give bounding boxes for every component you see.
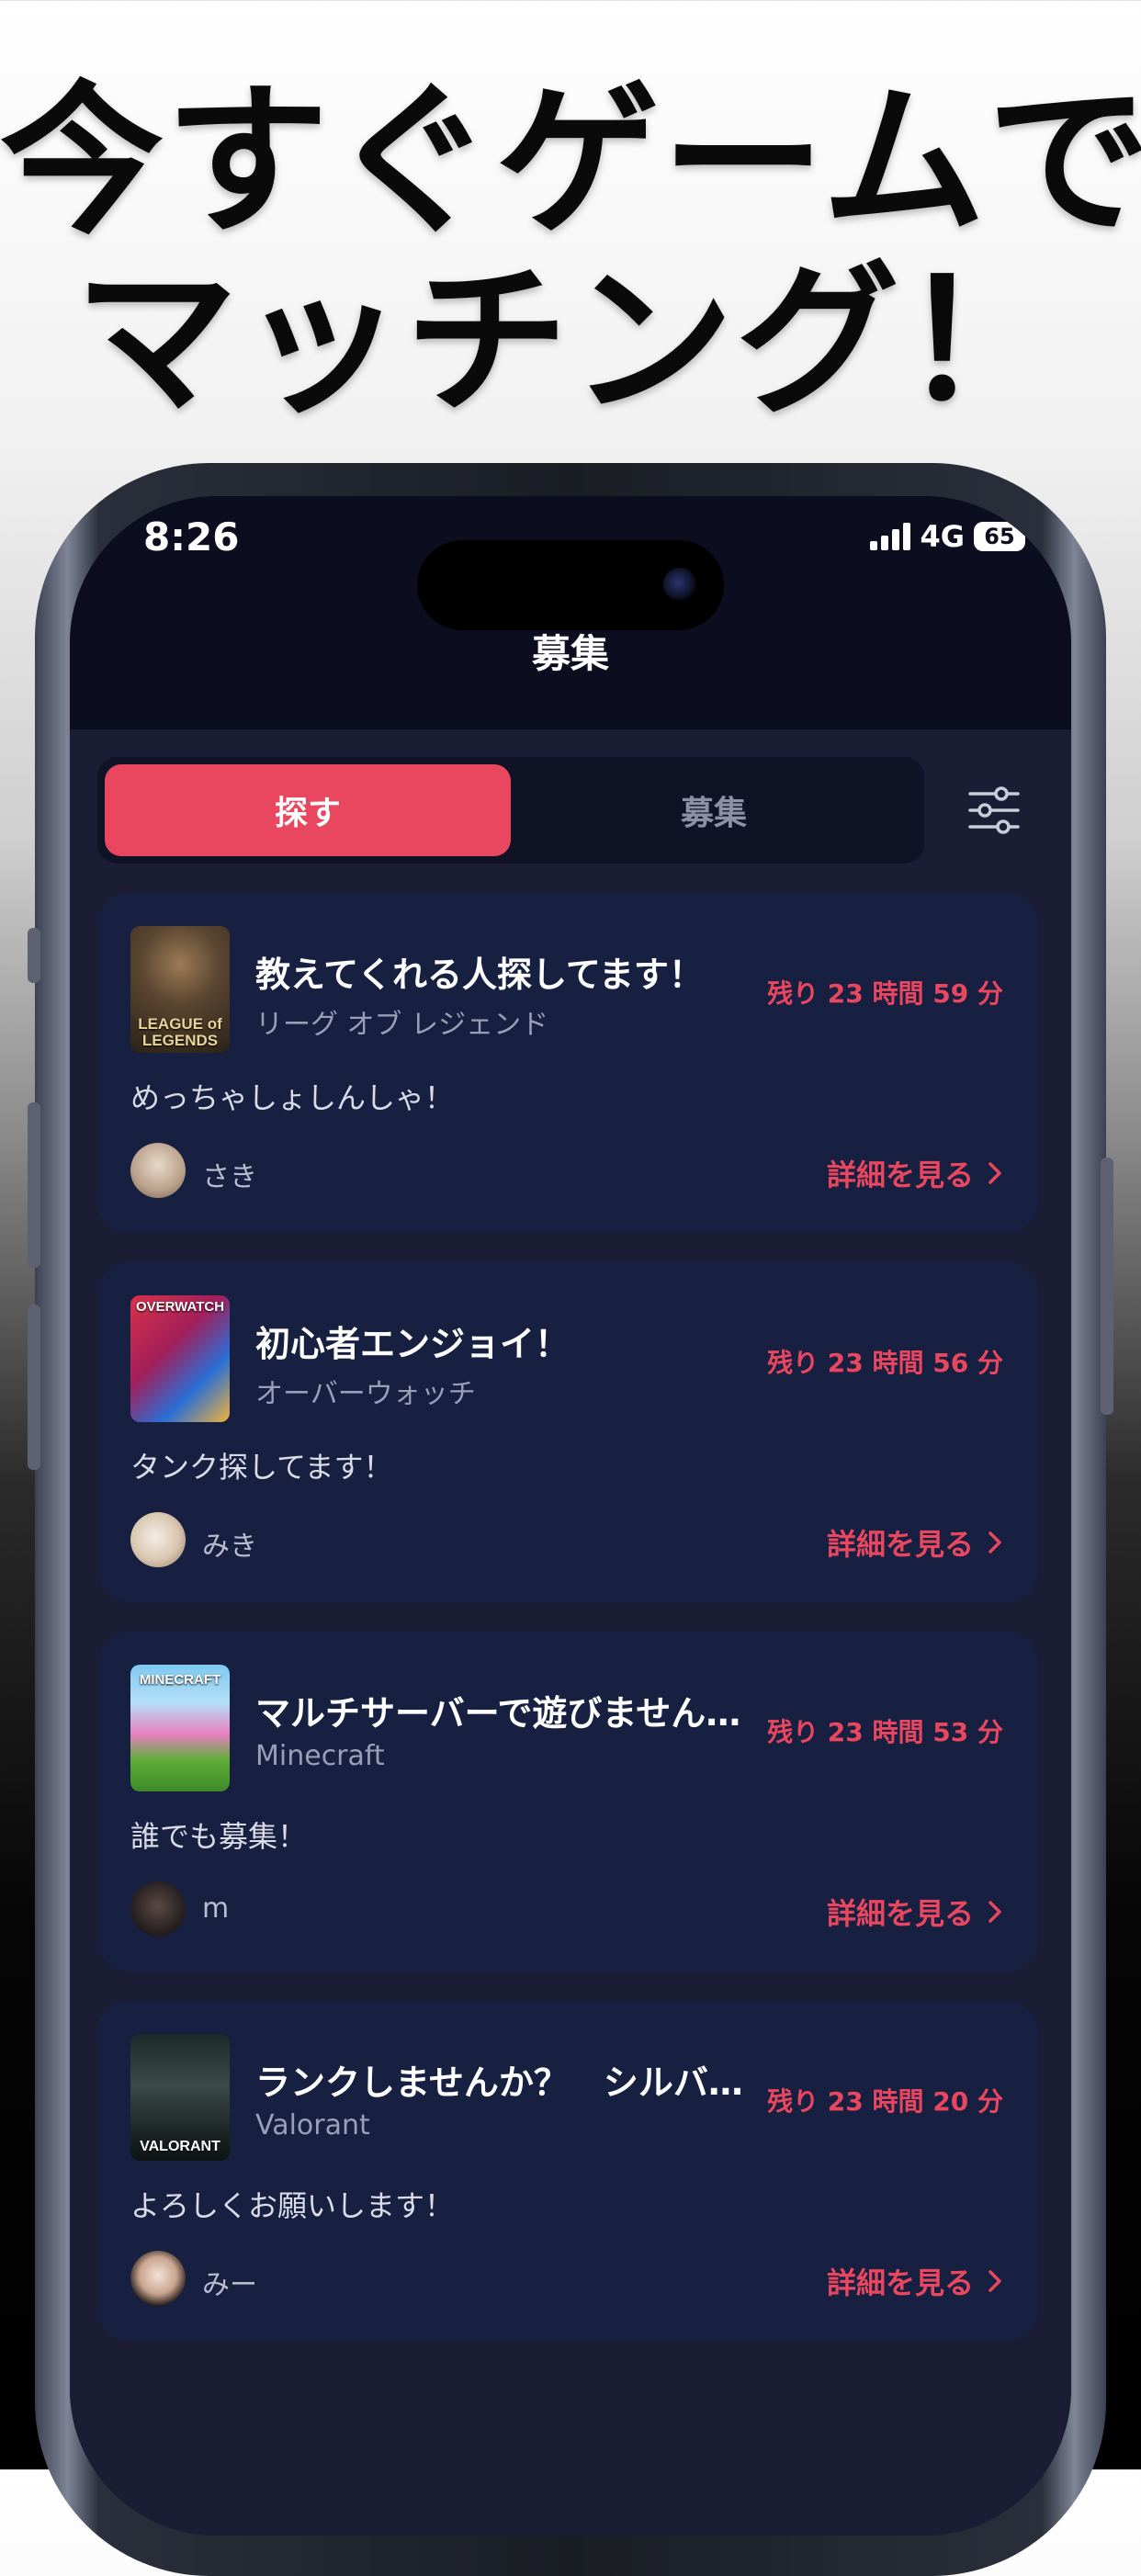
game-thumbnail: VALORANT [130, 2034, 230, 2161]
chevron-right-icon [988, 2270, 1001, 2292]
avatar [130, 1881, 186, 1937]
dynamic-island [417, 540, 724, 630]
view-details-label: 詳細を見る [826, 1527, 974, 1562]
time-remaining: 残り 23 時間 53 分 [767, 1717, 1003, 1747]
recruitment-card[interactable]: MINECRAFT マルチサーバーで遊びません… Minecraft 残り 23… [97, 1632, 1038, 1972]
view-details-link[interactable]: 詳細を見る [827, 1521, 1003, 1564]
post-title: 初心者エンジョイ！ [255, 1324, 570, 1364]
game-name: リーグ オブ レジェンド [255, 1009, 549, 1041]
app-screen: 8:26 4G 65 募集 探す 募集 LEAGUE of LEGENDS 教え… [70, 496, 1071, 2536]
view-details-link[interactable]: 詳細を見る [827, 2260, 1003, 2302]
post-description: 誰でも募集！ [130, 1819, 308, 1854]
phone-volume-up-button [28, 1102, 40, 1268]
post-description: タンク探してます！ [130, 1450, 393, 1485]
tab-recruit[interactable]: 募集 [511, 764, 917, 856]
status-time: 8:26 [143, 514, 240, 559]
game-thumbnail: MINECRAFT [130, 1665, 230, 1791]
username: さき [202, 1161, 257, 1193]
game-name: Valorant [255, 2109, 370, 2141]
chevron-right-icon [988, 1531, 1001, 1554]
time-remaining: 残り 23 時間 56 分 [767, 1348, 1003, 1378]
phone-volume-down-button [28, 1305, 40, 1470]
recruitment-card[interactable]: VALORANT ランクしませんか？ シルバ… Valorant 残り 23 時… [97, 2001, 1038, 2341]
sliders-icon [968, 786, 1020, 834]
username: みき [202, 1531, 257, 1563]
view-details-label: 詳細を見る [826, 2265, 974, 2300]
recruitment-card[interactable]: LEAGUE of LEGENDS 教えてくれる人探してます！ リーグ オブ レ… [97, 893, 1038, 1233]
filter-button[interactable] [965, 781, 1023, 840]
main-content: 探す 募集 LEAGUE of LEGENDS 教えてくれる人探してます！ リー… [70, 729, 1071, 2536]
view-details-label: 詳細を見る [826, 1158, 974, 1192]
promo-headline: 今すぐゲームで マッチング！ [0, 72, 1141, 432]
view-details-label: 詳細を見る [826, 1896, 974, 1931]
view-details-link[interactable]: 詳細を見る [827, 1891, 1003, 1933]
camera-icon [663, 568, 696, 601]
game-logo: OVERWATCH [135, 1299, 225, 1315]
chevron-right-icon [988, 1162, 1001, 1184]
navigation-bar: 8:26 4G 65 募集 [70, 496, 1071, 729]
status-indicators: 4G 65 [870, 518, 1025, 555]
battery-icon: 65 [974, 522, 1025, 551]
page-title: 募集 [531, 631, 609, 676]
chevron-right-icon [988, 1901, 1001, 1923]
username: m [202, 1892, 230, 1925]
avatar [130, 1143, 186, 1198]
post-description: よろしくお願いします！ [130, 2188, 455, 2223]
time-remaining: 残り 23 時間 20 分 [767, 2086, 1003, 2117]
game-name: オーバーウォッチ [255, 1378, 476, 1410]
network-type: 4G [920, 519, 965, 554]
avatar [130, 2251, 186, 2306]
phone-action-button [28, 928, 40, 983]
battery-level: 65 [984, 524, 1015, 549]
game-logo: LEAGUE of LEGENDS [138, 1015, 222, 1049]
headline-line-1: 今すぐゲームで [0, 66, 1141, 256]
game-name: Minecraft [255, 1740, 385, 1772]
avatar [130, 1512, 186, 1567]
post-title: ランクしませんか？ シルバ… [255, 2062, 743, 2103]
signal-icon [870, 523, 911, 550]
game-logo: VALORANT [140, 2139, 220, 2154]
post-title: 教えてくれる人探してます！ [255, 955, 704, 995]
time-remaining: 残り 23 時間 59 分 [767, 978, 1003, 1009]
segmented-control: 探す 募集 [97, 757, 924, 864]
phone-power-button [1101, 1158, 1113, 1415]
view-details-link[interactable]: 詳細を見る [827, 1152, 1003, 1194]
game-logo: MINECRAFT [139, 1672, 221, 1688]
post-title: マルチサーバーで遊びません… [255, 1693, 741, 1734]
username: みー [202, 2269, 257, 2301]
game-thumbnail: LEAGUE of LEGENDS [130, 926, 230, 1053]
recruitment-card[interactable]: OVERWATCH 初心者エンジョイ！ オーバーウォッチ 残り 23 時間 56… [97, 1262, 1038, 1602]
game-thumbnail: OVERWATCH [130, 1295, 230, 1422]
tab-search[interactable]: 探す [105, 764, 511, 856]
headline-line-2: マッチング！ [74, 246, 1067, 436]
post-description: めっちゃしょしんしゃ！ [130, 1080, 455, 1115]
